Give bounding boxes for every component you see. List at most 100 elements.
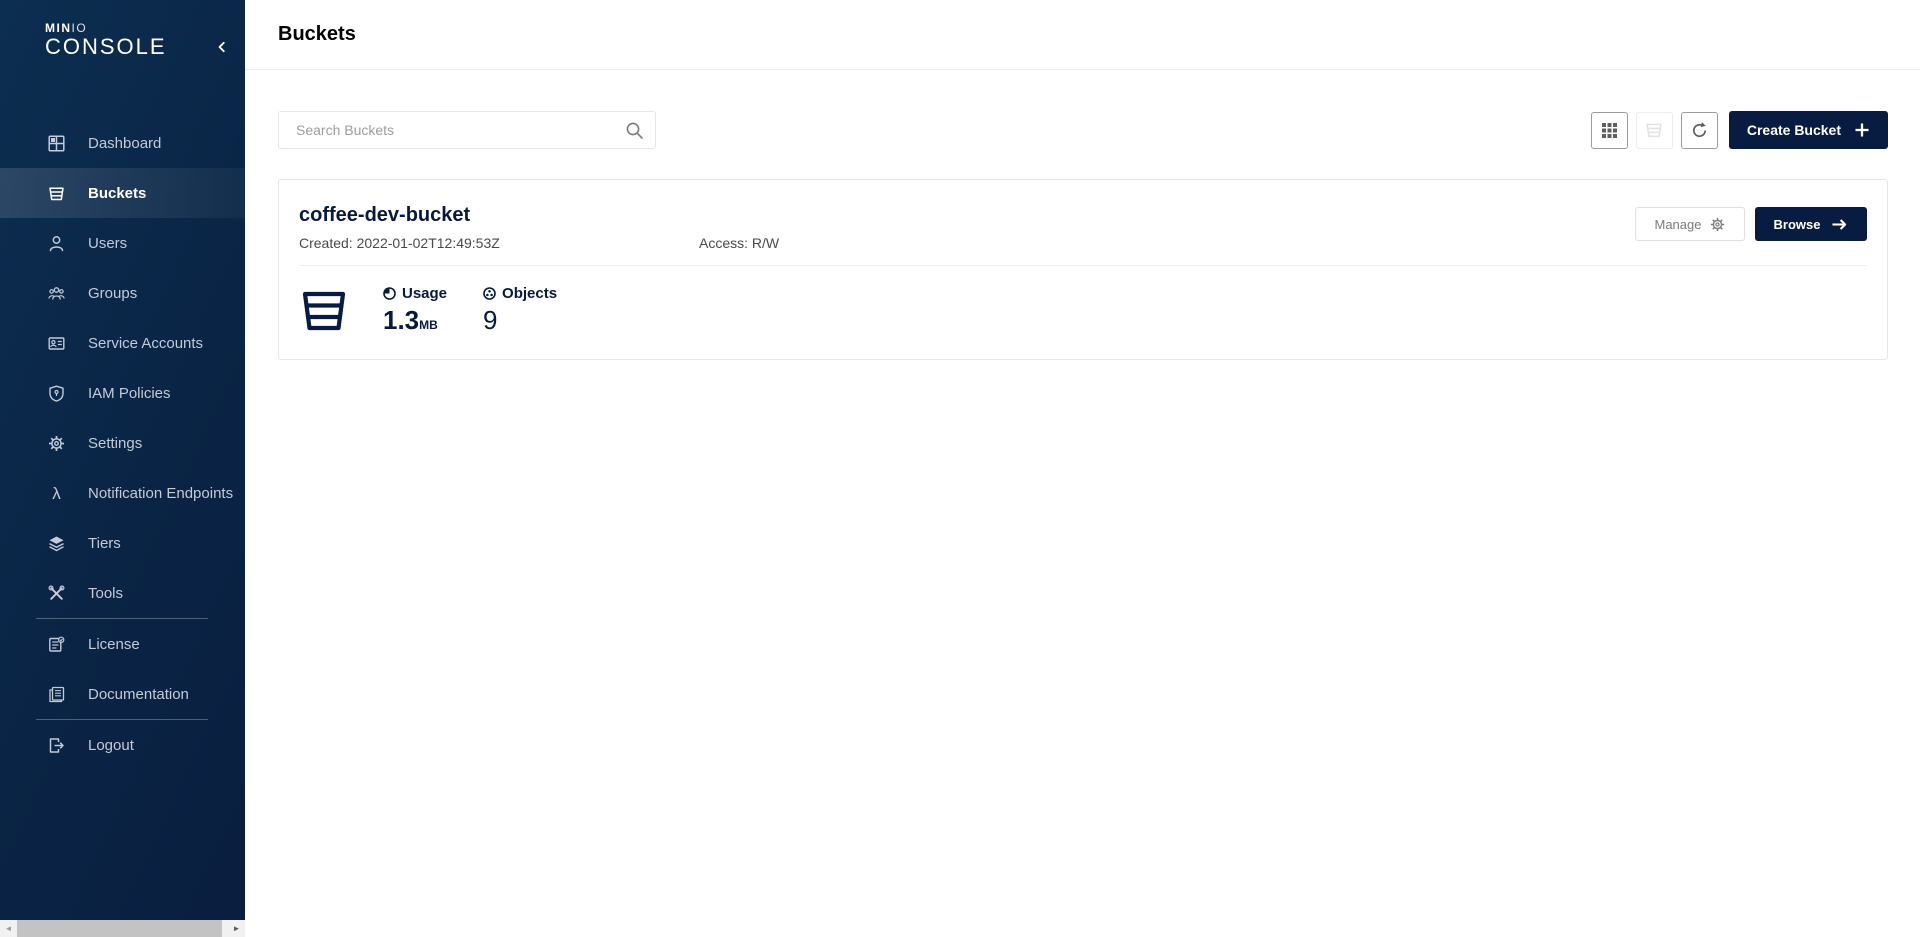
shield-icon <box>48 385 65 402</box>
sidebar-item-label: Logout <box>88 737 134 754</box>
toolbar-right: Create Bucket <box>1591 111 1888 149</box>
gear-icon <box>48 435 65 452</box>
browse-button[interactable]: Browse <box>1755 207 1867 241</box>
sidebar-item-label: Notification Endpoints <box>88 485 233 502</box>
bucket-card: coffee-dev-bucket Created: 2022-01-02T12… <box>278 179 1888 360</box>
bucket-metrics: Usage 1.3MB Objects 9 <box>299 285 1867 335</box>
list-view-button <box>1636 112 1673 149</box>
objects-label-row: Objects <box>483 285 557 302</box>
bucket-icon <box>48 185 65 202</box>
sidebar-item-label: Documentation <box>88 686 189 703</box>
refresh-icon <box>1690 121 1709 140</box>
bucket-list-icon <box>1645 121 1663 139</box>
id-card-icon <box>48 335 65 352</box>
bucket-info: coffee-dev-bucket Created: 2022-01-02T12… <box>299 204 779 251</box>
bucket-name: coffee-dev-bucket <box>299 204 779 226</box>
sidebar-item-service-accounts[interactable]: Service Accounts <box>0 318 245 368</box>
sidebar-item-label: Buckets <box>88 185 146 202</box>
license-icon <box>48 636 65 653</box>
logout-icon <box>48 737 65 754</box>
create-bucket-button[interactable]: Create Bucket <box>1729 111 1888 149</box>
sidebar-item-documentation[interactable]: Documentation <box>0 669 245 719</box>
objects-metric: Objects 9 <box>483 285 557 333</box>
page-header: Buckets <box>245 0 1920 70</box>
plus-icon <box>1854 122 1870 138</box>
objects-value: 9 <box>483 307 557 333</box>
logo-brand: MINIO <box>45 22 167 34</box>
sidebar-item-groups[interactable]: Groups <box>0 268 245 318</box>
sidebar-item-buckets[interactable]: Buckets <box>0 168 245 218</box>
sidebar-horizontal-scrollbar[interactable]: ◄ ► <box>0 920 245 937</box>
sidebar: MINIO CONSOLE Dashboard Buckets <box>0 0 245 937</box>
sidebar-item-label: IAM Policies <box>88 385 171 402</box>
sidebar-item-label: Dashboard <box>88 135 161 152</box>
scrollbar-right-arrow-icon[interactable]: ► <box>228 920 245 937</box>
search-input[interactable] <box>279 112 655 148</box>
sidebar-item-label: Settings <box>88 435 142 452</box>
scrollbar-left-arrow-icon[interactable]: ◄ <box>0 920 17 937</box>
documentation-icon <box>48 686 65 703</box>
sidebar-nav: Dashboard Buckets Users Groups <box>0 118 245 770</box>
buckets-toolbar: Create Bucket <box>278 111 1888 149</box>
card-divider <box>299 265 1867 266</box>
sidebar-item-logout[interactable]: Logout <box>0 720 245 770</box>
logo-brand-min: MIN <box>45 21 72 35</box>
sidebar-item-iam-policies[interactable]: IAM Policies <box>0 368 245 418</box>
content: Create Bucket coffee-dev-bucket Created:… <box>245 111 1920 360</box>
sidebar-item-label: Service Accounts <box>88 335 203 352</box>
search-icon <box>625 121 644 140</box>
manage-button[interactable]: Manage <box>1635 207 1745 241</box>
sidebar-item-tools[interactable]: Tools <box>0 568 245 618</box>
chevron-left-icon <box>215 40 229 54</box>
sidebar-item-users[interactable]: Users <box>0 218 245 268</box>
sidebar-item-settings[interactable]: Settings <box>0 418 245 468</box>
usage-pie-icon <box>383 287 396 300</box>
scrollbar-thumb[interactable] <box>17 920 222 937</box>
usage-metric: Usage 1.3MB <box>383 285 447 333</box>
sidebar-item-label: Users <box>88 235 127 252</box>
usage-unit: MB <box>419 318 438 332</box>
minio-console-logo: MINIO CONSOLE <box>45 22 167 59</box>
logo-brand-io: IO <box>72 21 88 35</box>
bucket-created: Created: 2022-01-02T12:49:53Z <box>299 235 699 251</box>
sidebar-item-dashboard[interactable]: Dashboard <box>0 118 245 168</box>
usage-label-row: Usage <box>383 285 447 302</box>
bucket-large-icon <box>299 285 349 335</box>
grid-view-icon <box>1601 122 1618 139</box>
dashboard-icon <box>48 135 65 152</box>
usage-value-row: 1.3MB <box>383 307 447 333</box>
sidebar-item-license[interactable]: License <box>0 619 245 669</box>
bucket-card-top: coffee-dev-bucket Created: 2022-01-02T12… <box>299 204 1867 251</box>
groups-icon <box>48 285 65 302</box>
usage-label: Usage <box>402 285 447 302</box>
user-icon <box>48 235 65 252</box>
sidebar-item-label: Tools <box>88 585 123 602</box>
sidebar-item-tiers[interactable]: Tiers <box>0 518 245 568</box>
main-area: Buckets <box>245 0 1920 937</box>
search-box <box>278 111 656 149</box>
refresh-button[interactable] <box>1681 112 1718 149</box>
sidebar-item-label: License <box>88 636 140 653</box>
manage-button-label: Manage <box>1655 217 1702 232</box>
objects-icon <box>483 287 496 300</box>
sidebar-collapse-button[interactable] <box>211 36 233 58</box>
grid-view-button[interactable] <box>1591 112 1628 149</box>
layers-icon <box>48 535 65 552</box>
objects-label: Objects <box>502 285 557 302</box>
bucket-access: Access: R/W <box>699 235 779 251</box>
bucket-actions: Manage Browse <box>1635 207 1867 241</box>
logo-product: CONSOLE <box>45 35 167 59</box>
lambda-icon: λ <box>48 485 65 502</box>
minio-console-screen: MINIO CONSOLE Dashboard Buckets <box>0 0 1920 937</box>
gear-icon <box>1710 217 1725 232</box>
page-title: Buckets <box>278 23 356 46</box>
usage-value: 1.3 <box>383 305 419 335</box>
arrow-right-icon <box>1831 217 1848 232</box>
bucket-meta: Created: 2022-01-02T12:49:53Z Access: R/… <box>299 235 779 251</box>
browse-button-label: Browse <box>1774 217 1821 232</box>
tools-icon <box>48 585 65 602</box>
sidebar-item-notification-endpoints[interactable]: λ Notification Endpoints <box>0 468 245 518</box>
sidebar-item-label: Tiers <box>88 535 121 552</box>
create-bucket-label: Create Bucket <box>1747 122 1841 138</box>
sidebar-item-label: Groups <box>88 285 137 302</box>
